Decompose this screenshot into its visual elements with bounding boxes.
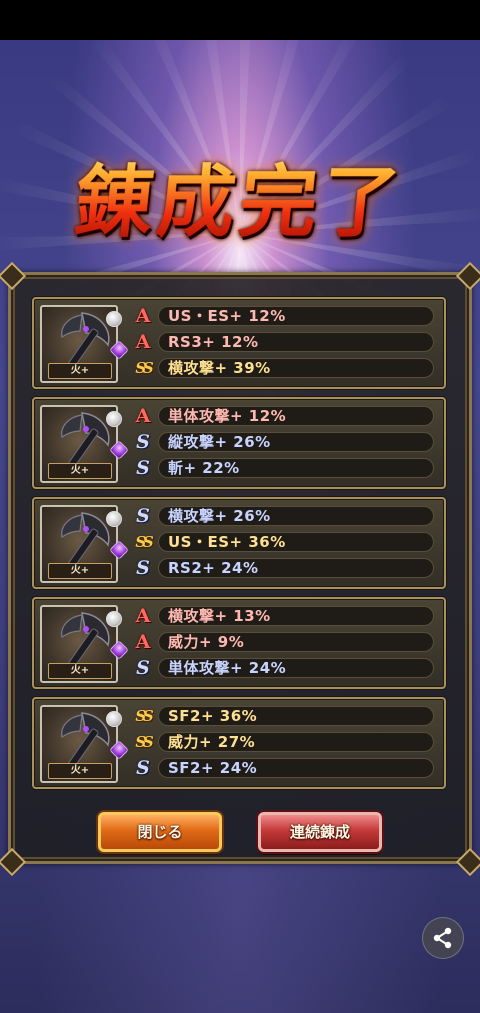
refine-line: SS US・ES+ 36% (128, 531, 434, 553)
gem-icon (106, 511, 122, 527)
refine-line: A US・ES+ 12% (128, 305, 434, 327)
refine-line: S 斬+ 22% (128, 457, 434, 479)
element-badge: 火+ (48, 463, 112, 479)
refine-line: S 単体攻撃+ 24% (128, 657, 434, 679)
refine-line: SS 威力+ 27% (128, 731, 434, 753)
refine-line: A 威力+ 9% (128, 631, 434, 653)
refine-line-text: SF2+ 36% (168, 707, 258, 725)
refine-line-text: 縦攻撃+ 26% (168, 433, 271, 451)
refine-line: A RS3+ 12% (128, 331, 434, 353)
refine-line-text: 単体攻撃+ 24% (168, 659, 287, 677)
rank-icon: S (136, 557, 150, 579)
gem-icon (106, 311, 122, 327)
result-card: 火+ S 横攻撃+ 26% SS US・ES+ 36% S RS2+ 24% (32, 497, 446, 589)
element-badge: 火+ (48, 563, 112, 579)
share-icon (433, 927, 452, 949)
result-card: 火+ A US・ES+ 12% A RS3+ 12% SS 横攻撃+ 39% (32, 297, 446, 389)
refine-line: S RS2+ 24% (128, 557, 434, 579)
close-button[interactable]: 閉じる (98, 812, 222, 852)
rank-icon: SS (135, 533, 153, 551)
status-bar (0, 0, 480, 40)
refine-line-text: 横攻撃+ 26% (168, 507, 271, 525)
weapon-thumbnail[interactable]: 火+ (40, 605, 129, 683)
refine-line-text: US・ES+ 12% (168, 307, 286, 325)
refine-line: A 横攻撃+ 13% (128, 605, 434, 627)
refine-line-text: US・ES+ 36% (168, 533, 286, 551)
result-card: 火+ SS SF2+ 36% SS 威力+ 27% S SF2+ 24% (32, 697, 446, 789)
refine-line-text: RS3+ 12% (168, 333, 259, 351)
weapon-thumbnail[interactable]: 火+ (40, 505, 129, 583)
rank-icon: SS (135, 733, 153, 751)
continuous-refine-button[interactable]: 連続錬成 (258, 812, 382, 852)
rank-icon: S (136, 505, 150, 527)
rank-icon: S (136, 457, 150, 479)
rank-icon: S (136, 431, 150, 453)
refine-line-text: 単体攻撃+ 12% (168, 407, 287, 425)
refine-line: A 単体攻撃+ 12% (128, 405, 434, 427)
refine-line-text: 横攻撃+ 13% (168, 607, 271, 625)
rank-icon: A (135, 331, 151, 353)
rank-icon: A (135, 631, 151, 653)
element-badge: 火+ (48, 363, 112, 379)
gem-icon (106, 711, 122, 727)
rank-icon: S (136, 757, 150, 779)
refine-line: S 縦攻撃+ 26% (128, 431, 434, 453)
result-card: 火+ A 単体攻撃+ 12% S 縦攻撃+ 26% S 斬+ 22% (32, 397, 446, 489)
result-card: 火+ A 横攻撃+ 13% A 威力+ 9% S 単体攻撃+ 24% (32, 597, 446, 689)
rank-icon: A (135, 305, 151, 327)
rank-icon: A (135, 605, 151, 627)
element-badge: 火+ (48, 663, 112, 679)
refine-line-text: 斬+ 22% (168, 459, 240, 477)
gem-icon (106, 411, 122, 427)
share-button[interactable] (422, 917, 464, 959)
refine-line: SS SF2+ 36% (128, 705, 434, 727)
rank-icon: SS (135, 359, 153, 377)
refine-line: SS 横攻撃+ 39% (128, 357, 434, 379)
weapon-thumbnail[interactable]: 火+ (40, 305, 129, 383)
weapon-thumbnail[interactable]: 火+ (40, 705, 129, 783)
refine-line-text: SF2+ 24% (168, 759, 258, 777)
refine-line-text: 威力+ 9% (168, 633, 245, 651)
rank-icon: SS (135, 707, 153, 725)
rank-icon: A (135, 405, 151, 427)
weapon-thumbnail[interactable]: 火+ (40, 405, 129, 483)
element-badge: 火+ (48, 763, 112, 779)
page-title: 錬成完了 (0, 140, 480, 252)
rank-icon: S (136, 657, 150, 679)
refine-line: S SF2+ 24% (128, 757, 434, 779)
gem-icon (106, 611, 122, 627)
refine-line-text: RS2+ 24% (168, 559, 259, 577)
refine-line-text: 威力+ 27% (168, 733, 256, 751)
refine-line: S 横攻撃+ 26% (128, 505, 434, 527)
refine-line-text: 横攻撃+ 39% (168, 359, 271, 377)
